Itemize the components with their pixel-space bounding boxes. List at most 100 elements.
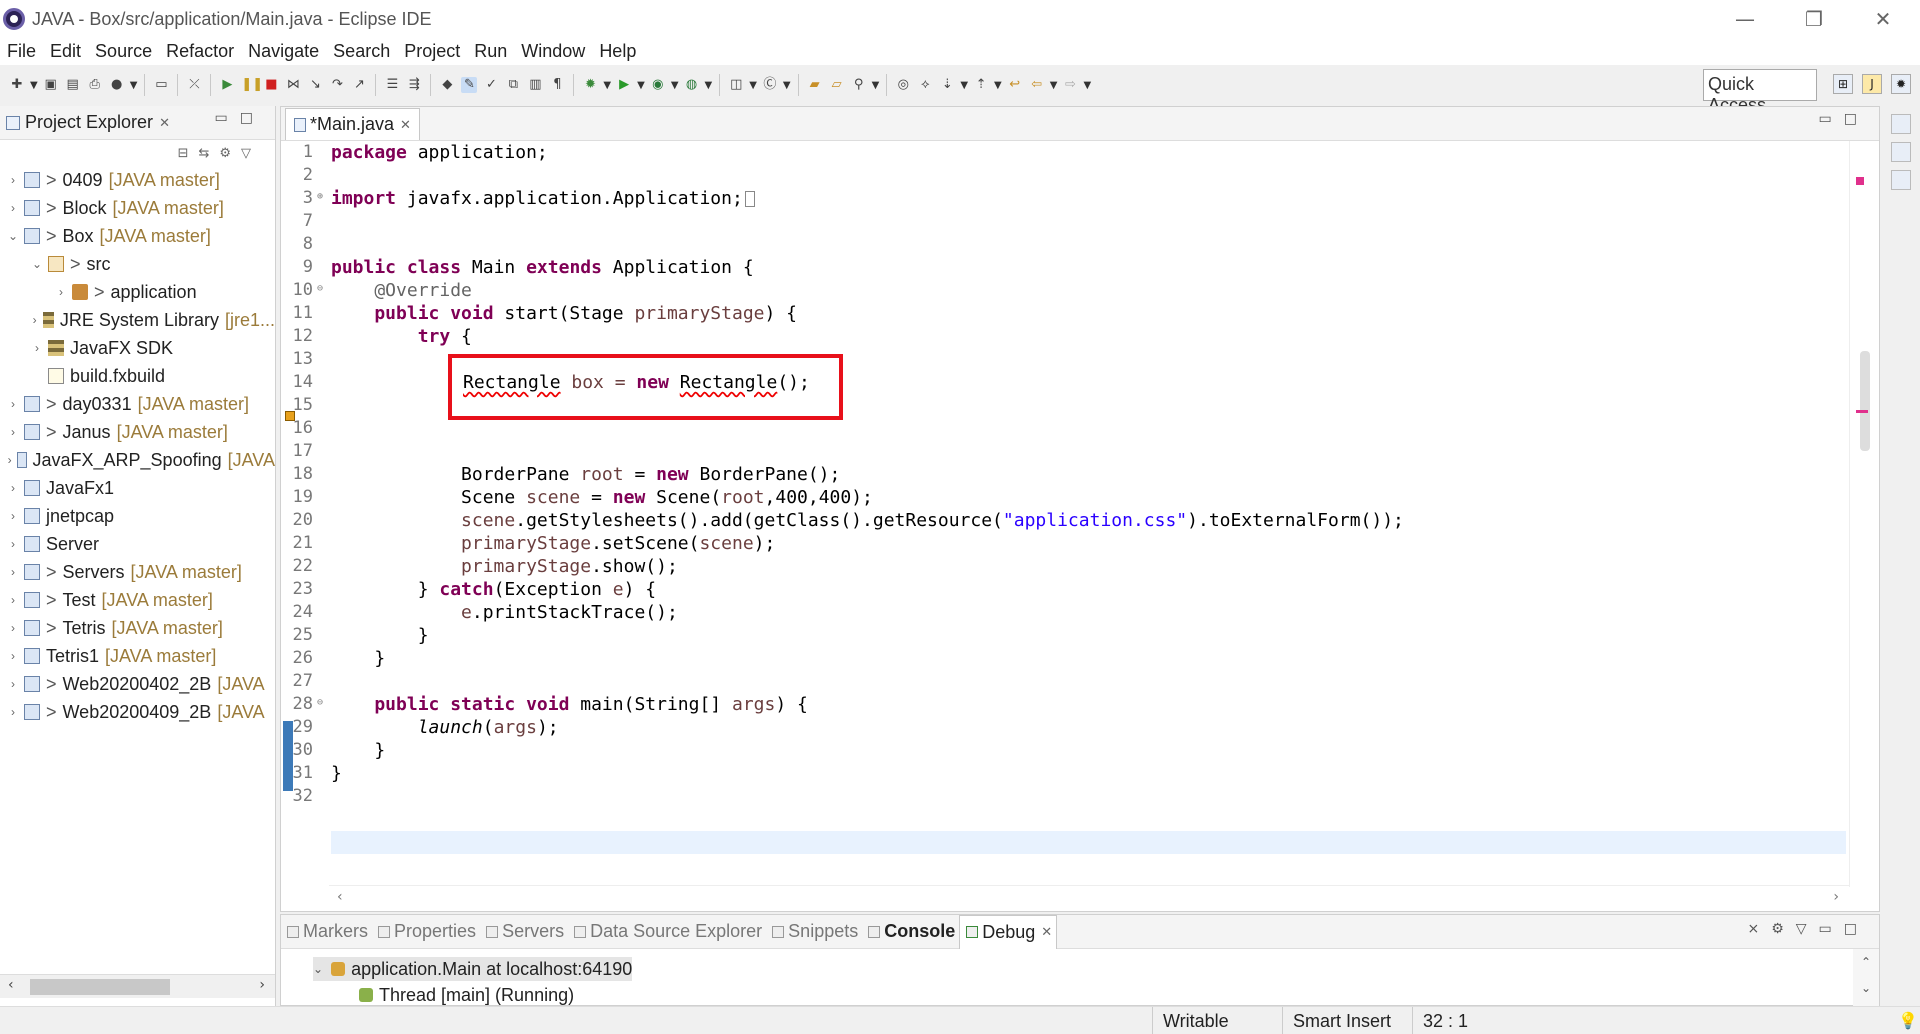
step-return-icon[interactable]: ↗ <box>351 77 367 93</box>
prev-annotation-icon[interactable]: ⇡ <box>973 77 989 93</box>
use-step-filters-icon[interactable]: ⇶ <box>406 77 422 93</box>
chevron-right-icon[interactable]: › <box>6 481 20 495</box>
lightbulb-icon[interactable]: 💡 <box>1898 1011 1918 1030</box>
tab-debug[interactable]: Debug ✕ <box>959 914 1058 949</box>
new-class-icon[interactable]: Ⓒ <box>762 77 778 93</box>
tree-node-src[interactable]: ⌄ > src <box>0 250 275 278</box>
new-dropdown-icon[interactable]: ▼ <box>30 80 38 91</box>
new-java-project-dropdown-icon[interactable]: ▼ <box>749 80 757 91</box>
chevron-down-icon[interactable]: ⌄ <box>30 257 44 271</box>
build-icon[interactable]: ● <box>109 77 125 93</box>
chevron-right-icon[interactable]: › <box>54 285 68 299</box>
editor-hscrollbar[interactable]: ‹ › <box>329 885 1849 911</box>
folded-imports-icon[interactable] <box>744 191 755 207</box>
globe-icon[interactable]: ◎ <box>895 77 911 93</box>
terminal-icon[interactable]: ▭ <box>153 77 169 93</box>
view-minmax-icon[interactable]: ▭□ <box>215 110 265 126</box>
fold-collapse-icon[interactable]: ⊖ <box>317 283 327 294</box>
coverage-icon[interactable]: ◉ <box>650 77 666 93</box>
menu-window[interactable]: Window <box>514 41 592 62</box>
ant-icon[interactable]: ⟡ <box>917 77 933 93</box>
coverage-dropdown-icon[interactable]: ▼ <box>671 80 679 91</box>
tree-node-0409[interactable]: › >0409 [JAVA master] <box>0 166 275 194</box>
restore-view-icon[interactable] <box>1891 114 1911 134</box>
suspend-icon[interactable]: ❚❚ <box>241 77 263 93</box>
debug-dropdown-icon[interactable]: ▼ <box>603 80 611 91</box>
new-icon[interactable]: ✚ <box>9 77 25 93</box>
tree-node-day0331[interactable]: › > day0331 [JAVA master] <box>0 390 275 418</box>
menu-file[interactable]: File <box>0 41 43 62</box>
next-annotation-dropdown-icon[interactable]: ▼ <box>960 80 968 91</box>
scroll-thumb[interactable] <box>30 979 170 995</box>
close-icon[interactable]: ✕ <box>1041 924 1052 940</box>
print-icon[interactable]: ⎙ <box>87 77 103 93</box>
menu-source[interactable]: Source <box>88 41 159 62</box>
menu-refactor[interactable]: Refactor <box>159 41 241 62</box>
tree-node-web20200409-2b[interactable]: › > Web20200409_2B [JAVA <box>0 698 275 726</box>
run-icon[interactable]: ▶ <box>616 77 632 93</box>
tree-node-application[interactable]: › > application <box>0 278 275 306</box>
forward-icon[interactable]: ⇨ <box>1062 77 1078 93</box>
tree-node-javafx-sdk[interactable]: › JavaFX SDK <box>0 334 275 362</box>
toggle-mark-occurrences-icon[interactable]: ✎ <box>461 77 478 93</box>
quick-access-input[interactable]: Quick Access <box>1703 69 1817 115</box>
chevron-down-icon[interactable]: ⌄ <box>6 229 20 243</box>
prev-annotation-dropdown-icon[interactable]: ▼ <box>994 80 1002 91</box>
tree-node-box[interactable]: ⌄ > Box [JAVA master] <box>0 222 275 250</box>
close-icon[interactable]: ✕ <box>159 115 170 131</box>
editor-tab-main-java[interactable]: *Main.java ✕ <box>285 108 420 140</box>
chevron-right-icon[interactable]: › <box>6 453 13 467</box>
tree-node-block[interactable]: › > Block [JAVA master] <box>0 194 275 222</box>
menu-run[interactable]: Run <box>467 41 514 62</box>
open-task-icon[interactable]: ▱ <box>829 77 845 93</box>
chevron-right-icon[interactable]: › <box>6 677 20 691</box>
build-dropdown-icon[interactable]: ▼ <box>130 80 138 91</box>
chevron-right-icon[interactable]: › <box>6 649 20 663</box>
menu-edit[interactable]: Edit <box>43 41 88 62</box>
tab-markers[interactable]: Markers <box>281 915 372 949</box>
new-java-project-icon[interactable]: ◫ <box>728 77 744 93</box>
menu-search[interactable]: Search <box>326 41 397 62</box>
resume-icon[interactable]: ▶ <box>219 77 235 93</box>
open-type-icon[interactable]: ◆ <box>439 77 455 93</box>
toggle-breadcrumb-icon[interactable]: ⧉ <box>505 77 521 93</box>
chevron-right-icon[interactable]: › <box>30 341 44 355</box>
forward-dropdown-icon[interactable]: ▼ <box>1083 80 1091 91</box>
open-perspective-icon[interactable]: ⊞ <box>1833 74 1853 94</box>
restore-button[interactable]: ❐ <box>1786 0 1842 38</box>
show-whitespace-icon[interactable]: ▥ <box>527 77 543 93</box>
project-explorer-tab[interactable]: Project Explorer ✕ <box>0 106 176 140</box>
minimize-button[interactable]: — <box>1717 0 1773 38</box>
chevron-down-icon[interactable]: ⌄ <box>313 962 323 976</box>
collapse-link-menu-icons[interactable]: ⊟⇆⚙▽ <box>178 146 261 161</box>
terminate-icon[interactable]: ■ <box>263 77 279 93</box>
save-icon[interactable]: ▣ <box>43 77 59 93</box>
chevron-right-icon[interactable]: › <box>6 705 20 719</box>
chevron-right-icon[interactable]: › <box>6 201 20 215</box>
tree-node-test[interactable]: › > Test [JAVA master] <box>0 586 275 614</box>
task-list-icon[interactable] <box>1891 170 1911 190</box>
debug-icon[interactable]: ✹ <box>582 77 598 93</box>
chevron-right-icon[interactable]: › <box>6 509 20 523</box>
editor-vscrollbar[interactable] <box>1849 141 1879 887</box>
next-annotation-icon[interactable]: ⇣ <box>939 77 955 93</box>
code-area[interactable]: 1 2 3 7 8 9 10 11 12 13 14 15 16 17 18 1… <box>293 141 1846 887</box>
skip-breakpoints-icon[interactable]: ⤫ <box>186 77 202 93</box>
tree-node-tetris[interactable]: › > Tetris [JAVA master] <box>0 614 275 642</box>
back-dropdown-icon[interactable]: ▼ <box>1050 80 1058 91</box>
new-class-dropdown-icon[interactable]: ▼ <box>783 80 791 91</box>
tree-node-javafx1[interactable]: › JavaFx1 <box>0 474 275 502</box>
fold-collapse-icon[interactable]: ⊖ <box>317 697 327 708</box>
toggle-block-selection-icon[interactable]: ✓ <box>483 77 499 93</box>
scroll-left-icon[interactable]: ‹ <box>8 977 14 993</box>
tree-node-jnetpcap[interactable]: › jnetpcap <box>0 502 275 530</box>
open-type-folder-icon[interactable]: ▰ <box>807 77 823 93</box>
step-over-icon[interactable]: ↷ <box>329 77 345 93</box>
tab-console[interactable]: Console <box>862 915 959 949</box>
java-perspective-icon[interactable]: J <box>1862 74 1882 94</box>
project-explorer-hscrollbar[interactable]: ‹ › <box>0 974 275 998</box>
close-button[interactable]: ✕ <box>1855 0 1911 38</box>
scroll-left-icon[interactable]: ‹ <box>337 889 343 905</box>
disconnect-icon[interactable]: ⋈ <box>285 77 301 93</box>
menu-navigate[interactable]: Navigate <box>241 41 326 62</box>
